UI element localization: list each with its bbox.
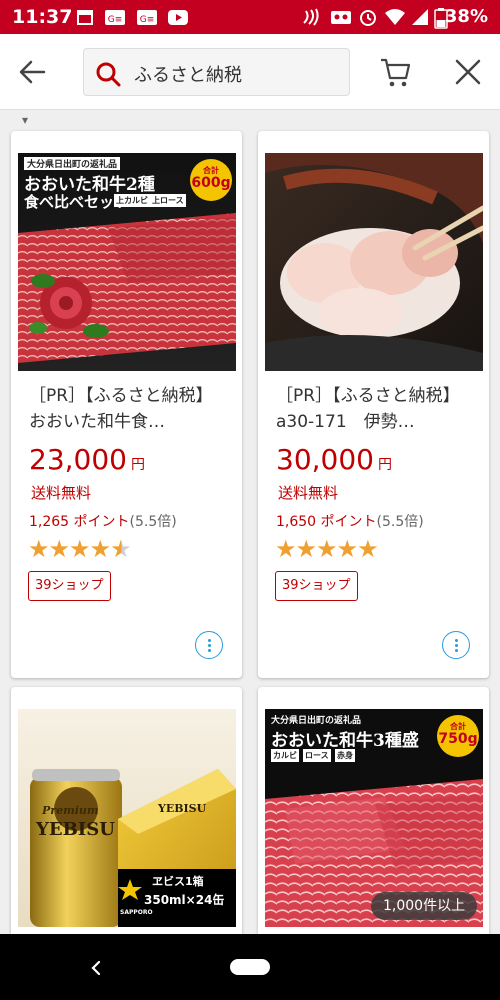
collapse-caret-icon[interactable]: ▾ (22, 113, 28, 127)
status-bar: 11:37 G≡ G≡ 38% (0, 0, 500, 34)
rating-stars: ★★★★★ (28, 535, 132, 563)
free-shipping-label: 送料無料 (278, 484, 339, 502)
image-tag: 上ロース (150, 194, 186, 207)
points-label: 1,265 ポイント(5.5倍) (29, 514, 177, 530)
cart-icon[interactable] (378, 54, 414, 90)
image-origin-label: 大分県日出町の返礼品 (24, 157, 121, 170)
cassette-icon (331, 11, 351, 24)
status-time: 11:37 (12, 6, 73, 28)
image-tag: 赤身 (335, 749, 355, 762)
alarm-icon (360, 10, 376, 26)
product-card[interactable]: ［PR］【ふるさと納税】a30-171 伊勢… 30,000 円 送料無料 1,6… (258, 131, 489, 678)
weight-badge: 合計 750g (437, 715, 479, 757)
product-card[interactable]: 大分県日出町の返礼品 おおいた和牛2種 食べ比べセット 上カルビ 上ロース 合計… (11, 131, 242, 678)
more-options-button[interactable] (442, 631, 470, 659)
gmail-notification-icon: G≡ (105, 10, 125, 25)
battery-percent: 38% (444, 6, 488, 27)
weight-badge: 合計 600g (190, 159, 232, 201)
image-brand: YEBISU (36, 819, 115, 840)
svg-text:G≡: G≡ (140, 15, 155, 25)
image-sapporo-label: SAPPORO (120, 909, 153, 916)
nav-home-pill[interactable] (230, 959, 270, 975)
points-label: 1,650 ポイント(5.5倍) (276, 514, 424, 530)
image-box-label: ヱビス1箱 (152, 875, 204, 888)
image-tag: ロース (303, 749, 331, 762)
product-image[interactable]: 大分県日出町の返礼品 おおいた和牛2種 食べ比べセット 上カルビ 上ロース 合計… (18, 153, 236, 371)
wifi-icon (385, 9, 405, 25)
product-price: 23,000 円 (29, 443, 145, 476)
image-box-brand: YEBISU (158, 802, 207, 815)
back-arrow-icon[interactable] (14, 54, 50, 90)
svg-text:G≡: G≡ (108, 15, 123, 25)
nav-back-icon[interactable] (88, 958, 104, 978)
search-query: ふるさと納税 (134, 65, 242, 86)
image-headline: おおいた和牛3種盛 (271, 731, 419, 751)
image-brand-premium: Premium (42, 804, 99, 817)
youtube-icon (168, 10, 188, 25)
product-image[interactable]: Premium YEBISU YEBISU SAPPORO ヱビス1箱 350m… (18, 709, 236, 927)
image-box-size: 350ml×24缶 (144, 893, 225, 907)
rating-stars: ★★★★★ (275, 535, 379, 563)
search-icon (96, 62, 121, 87)
top-app-bar: ふるさと納税 (0, 34, 500, 110)
image-tag: カルビ (271, 749, 299, 762)
image-origin-label: 大分県日出町の返礼品 (271, 716, 362, 726)
product-card[interactable]: Premium YEBISU YEBISU SAPPORO ヱビス1箱 350m… (11, 687, 242, 947)
product-title[interactable]: ［PR］【ふるさと納税】おおいた和牛食… (29, 383, 229, 435)
search-input[interactable]: ふるさと納税 (83, 48, 350, 96)
signal-icon (412, 9, 428, 25)
more-options-button[interactable] (195, 631, 223, 659)
close-icon[interactable] (450, 54, 486, 90)
gmail-notification-icon-2: G≡ (137, 10, 157, 25)
calendar-icon (77, 10, 93, 25)
system-nav-bar (0, 934, 500, 1000)
image-tag: 上カルビ (114, 194, 150, 207)
product-price: 30,000 円 (276, 443, 392, 476)
free-shipping-label: 送料無料 (31, 484, 92, 502)
product-image[interactable] (265, 153, 483, 371)
shop-badge: 39ショップ (275, 571, 358, 601)
result-count-badge: 1,000件以上 (371, 892, 478, 920)
product-title[interactable]: ［PR］【ふるさと納税】a30-171 伊勢… (276, 383, 476, 435)
nfc-icon (303, 8, 319, 26)
shop-badge: 39ショップ (28, 571, 111, 601)
